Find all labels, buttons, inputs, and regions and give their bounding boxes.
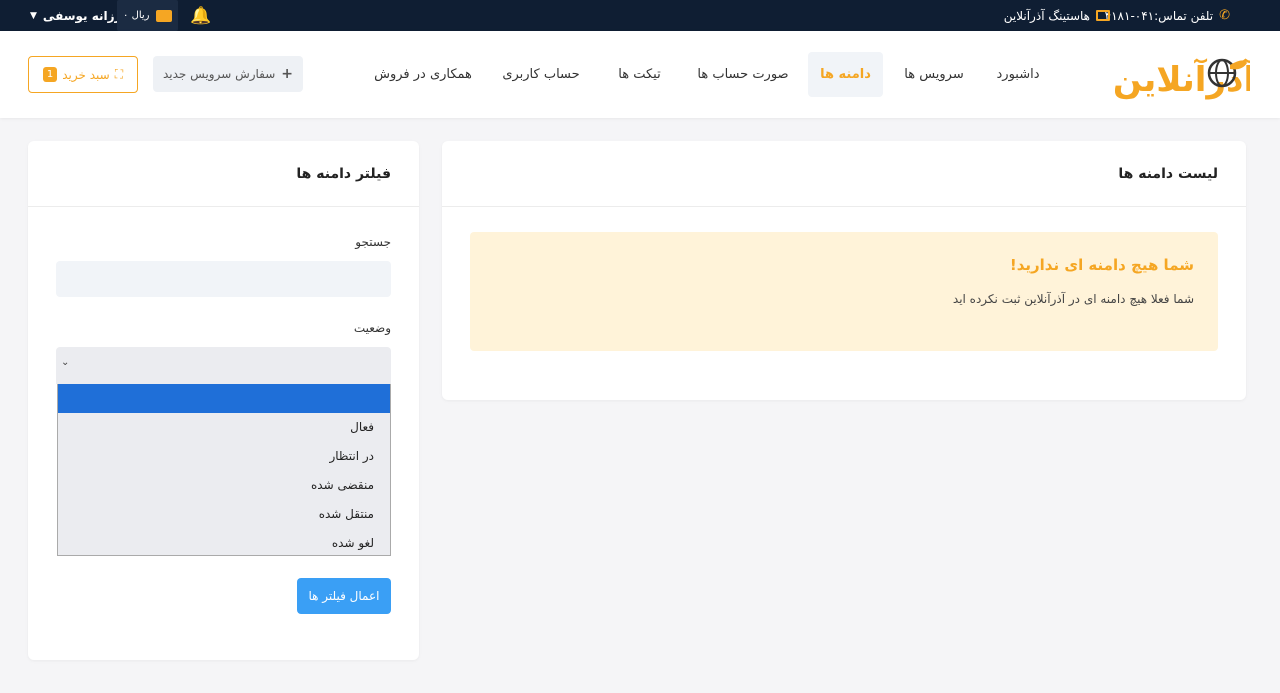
- nav-tickets[interactable]: تیکت ها: [602, 52, 677, 97]
- domain-list-card: لیست دامنه ها شما هیچ دامنه ای ندارید! ش…: [442, 141, 1246, 400]
- main-header: آذرآنلاین داشبورد سرویس ها دامنه ها صورت…: [0, 31, 1280, 118]
- status-dropdown: فعال در انتظار منقضی شده منتقل شده لغو ش…: [57, 384, 391, 556]
- monitor-icon: [1096, 10, 1110, 21]
- site-logo[interactable]: آذرآنلاین: [1084, 43, 1257, 103]
- status-select[interactable]: ⌄: [56, 347, 391, 384]
- nav-services[interactable]: سرویس ها: [893, 52, 975, 97]
- cart-count-badge: 1: [42, 67, 58, 82]
- wallet-amount: ۰ ریال: [123, 10, 150, 21]
- order-label: سفارش سرویس جدید: [162, 67, 276, 81]
- contact-phone[interactable]: ✆ تلفن تماس:۰۴۱-۴۱۸۱: [1105, 0, 1230, 31]
- top-bar: ✆ تلفن تماس:۰۴۱-۴۱۸۱ هاستینگ آذرآنلاین ▼…: [0, 0, 1280, 31]
- search-input[interactable]: [56, 261, 391, 297]
- hosting-link[interactable]: هاستینگ آذرآنلاین: [1004, 0, 1110, 31]
- new-order-button[interactable]: سفارش سرویس جدید +: [153, 56, 303, 92]
- plus-icon: +: [281, 66, 294, 82]
- status-label: وضعیت: [353, 321, 391, 335]
- bell-icon[interactable]: 🔔: [190, 0, 211, 31]
- filter-title: فیلتر دامنه ها: [28, 141, 419, 207]
- status-option-cancelled[interactable]: لغو شده: [58, 529, 390, 555]
- chevron-down-icon: ▼: [30, 10, 37, 21]
- status-option-transferred[interactable]: منتقل شده: [58, 500, 390, 529]
- status-option-empty[interactable]: [58, 384, 390, 413]
- status-option-pending[interactable]: در انتظار: [58, 442, 390, 471]
- svg-text:آذرآنلاین: آذرآنلاین: [1113, 58, 1250, 100]
- phone-icon: ✆: [1219, 8, 1230, 23]
- domain-list-title: لیست دامنه ها: [442, 141, 1246, 207]
- search-label: جستجو: [355, 235, 391, 249]
- status-option-expired[interactable]: منقضی شده: [58, 471, 390, 500]
- status-option-active[interactable]: فعال: [58, 413, 390, 442]
- filter-card: فیلتر دامنه ها جستجو وضعیت ⌄ فعال در انت…: [28, 141, 419, 660]
- wallet-balance[interactable]: ۰ ریال: [117, 0, 178, 31]
- cart-label: سبد خرید: [62, 67, 110, 82]
- user-menu[interactable]: ▼ فرزانه یوسفی: [30, 0, 130, 31]
- nav-affiliate[interactable]: همکاری در فروش: [368, 52, 478, 97]
- basket-icon: ⛶: [114, 67, 124, 81]
- nav-domains[interactable]: دامنه ها: [808, 52, 883, 97]
- wallet-icon: [155, 9, 172, 22]
- phone-text: تلفن تماس:۰۴۱-۴۱۸۱: [1104, 8, 1214, 23]
- empty-alert: شما هیچ دامنه ای ندارید! شما فعلا هیچ دا…: [470, 232, 1218, 351]
- apply-filters-button[interactable]: اعمال فیلتر ها: [297, 578, 391, 614]
- chevron-down-icon: ⌄: [61, 357, 70, 368]
- nav-dashboard[interactable]: داشبورد: [978, 52, 1058, 97]
- alert-text: شما فعلا هیچ دامنه ای در آذرآنلاین ثبت ن…: [952, 292, 1194, 306]
- cart-button[interactable]: 1 سبد خرید ⛶: [28, 56, 138, 93]
- nav-invoices[interactable]: صورت حساب ها: [693, 52, 793, 97]
- alert-title: شما هیچ دامنه ای ندارید!: [1009, 256, 1194, 274]
- hosting-text: هاستینگ آذرآنلاین: [1003, 8, 1090, 23]
- nav-account[interactable]: حساب کاربری: [495, 52, 587, 97]
